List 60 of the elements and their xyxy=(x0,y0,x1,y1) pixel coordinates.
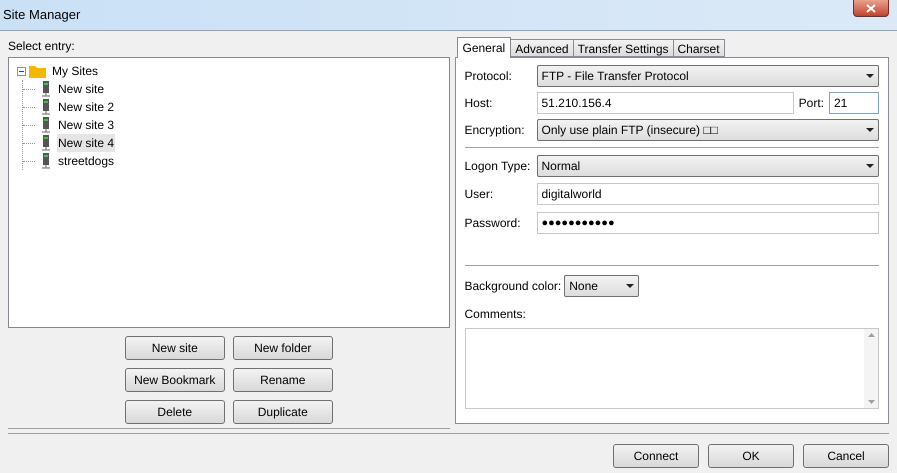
field-label: Protocol: xyxy=(464,68,513,85)
dropdown[interactable]: None xyxy=(564,275,640,297)
close-icon xyxy=(866,4,876,12)
tab[interactable]: Transfer Settings xyxy=(574,39,674,57)
tree-action-button[interactable]: New folder xyxy=(232,336,333,360)
caret-icon xyxy=(866,128,874,132)
tree-item[interactable]: My Sites xyxy=(50,62,100,80)
dropdown-value: None xyxy=(569,278,598,295)
tree-item[interactable]: New site 2 xyxy=(57,98,116,116)
field-label: Comments: xyxy=(464,306,527,323)
scrollbar[interactable] xyxy=(864,329,878,408)
minus-icon xyxy=(19,70,24,72)
tree-item[interactable]: New site xyxy=(57,80,106,98)
tab[interactable]: General xyxy=(456,37,512,58)
scroll-up-icon[interactable] xyxy=(868,333,874,337)
dialog-button[interactable]: OK xyxy=(708,444,794,468)
tree-action-button[interactable]: Delete xyxy=(124,400,225,424)
tree-action-button[interactable]: New site xyxy=(124,336,225,360)
caret-icon xyxy=(866,74,874,78)
select-entry-label: Select entry: xyxy=(8,38,76,53)
field-label: Password: xyxy=(464,215,522,232)
dropdown[interactable]: Normal xyxy=(536,155,879,177)
tree-action-button[interactable]: New Bookmark xyxy=(124,368,225,392)
dialog-button[interactable]: Connect xyxy=(613,444,699,468)
comments-field[interactable] xyxy=(464,328,879,409)
scroll-down-icon[interactable] xyxy=(868,400,874,404)
tree-action-button[interactable]: Rename xyxy=(232,368,333,392)
field-label: Encryption: xyxy=(464,122,526,139)
server-icon xyxy=(41,135,51,151)
server-icon xyxy=(41,153,51,169)
collapse-toggle[interactable] xyxy=(17,66,26,76)
server-icon xyxy=(41,81,51,97)
field-label: Logon Type: xyxy=(464,158,532,175)
caret-icon xyxy=(866,164,874,168)
field-label: Port: xyxy=(798,95,824,112)
dropdown-value: Only use plain FTP (insecure) □□ xyxy=(542,122,718,139)
password-field[interactable]: ●●●●●●●●●●● xyxy=(536,212,879,234)
tab[interactable]: Charset xyxy=(674,39,725,57)
dropdown[interactable]: FTP - File Transfer Protocol xyxy=(536,65,879,87)
server-icon xyxy=(41,99,51,115)
field-label: Host: xyxy=(464,95,494,112)
tree-item[interactable]: New site 4 xyxy=(57,134,116,152)
host-field[interactable]: 51.210.156.4 xyxy=(536,92,794,114)
server-icon xyxy=(41,117,51,133)
dropdown-value: Normal xyxy=(542,158,580,175)
caret-icon xyxy=(626,284,634,288)
field-label: Background color: xyxy=(464,278,562,295)
dropdown-value: FTP - File Transfer Protocol xyxy=(542,68,689,85)
port-field[interactable]: 21 xyxy=(829,92,879,114)
tree-item[interactable]: New site 3 xyxy=(57,116,116,134)
window-title: Site Manager xyxy=(3,6,80,24)
dropdown[interactable]: Only use plain FTP (insecure) □□ xyxy=(536,119,879,141)
user-field[interactable]: digitalworld xyxy=(536,183,879,205)
tree-item[interactable]: streetdogs xyxy=(57,152,116,170)
field-label: User: xyxy=(464,186,494,203)
tree-action-button[interactable]: Duplicate xyxy=(232,400,333,424)
close-button[interactable] xyxy=(853,0,889,17)
folder-icon xyxy=(29,64,46,78)
tab[interactable]: Advanced xyxy=(511,39,574,57)
dialog-button[interactable]: Cancel xyxy=(803,444,889,468)
